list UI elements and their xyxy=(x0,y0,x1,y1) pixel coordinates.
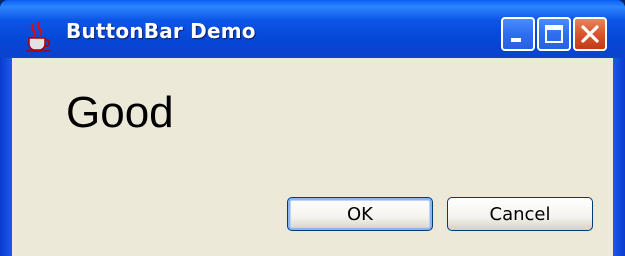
title-bar[interactable]: ButtonBar Demo xyxy=(0,0,625,58)
java-cup-icon[interactable] xyxy=(20,18,56,54)
ok-button[interactable]: OK xyxy=(287,197,433,231)
dialog-window: ButtonBar Demo Good OK Cancel xyxy=(0,0,625,256)
close-icon xyxy=(581,25,599,43)
window-border-right xyxy=(613,58,625,256)
window-border-left xyxy=(0,58,12,256)
maximize-icon xyxy=(545,25,563,43)
cancel-button[interactable]: Cancel xyxy=(447,197,593,231)
close-button[interactable] xyxy=(573,17,607,51)
maximize-button[interactable] xyxy=(537,17,571,51)
minimize-icon xyxy=(511,38,521,42)
minimize-button[interactable] xyxy=(501,17,535,51)
dialog-body: Good OK Cancel xyxy=(12,58,613,256)
message-text: Good xyxy=(66,88,174,137)
window-title: ButtonBar Demo xyxy=(66,19,256,43)
